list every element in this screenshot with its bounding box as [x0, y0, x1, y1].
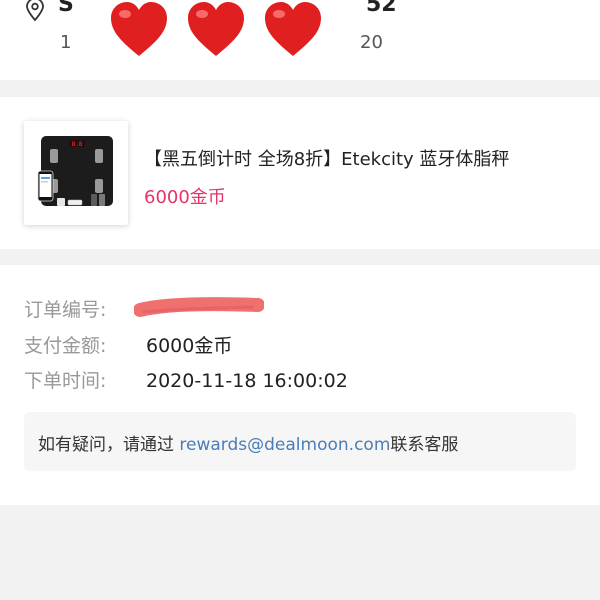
- order-time-value: 2020-11-18 16:00:02: [146, 370, 348, 392]
- customer-service-notice: 如有疑问，请通过 rewards@dealmoon.com联系客服: [24, 412, 576, 471]
- address-line-end: 20: [360, 32, 383, 53]
- order-info-card: 订单编号: 支付金额: 6000金币 下单时间: 2020-11-18 16:00:…: [0, 265, 600, 505]
- heart-stickers: [108, 0, 328, 62]
- payment-amount-row: 支付金额: 6000金币: [24, 331, 232, 358]
- address-card[interactable]: S 52 1 20: [0, 0, 600, 80]
- payment-amount-label: 支付金额:: [24, 335, 107, 357]
- recipient-phone: 52: [366, 0, 397, 17]
- payment-amount-value: 6000金币: [146, 335, 233, 357]
- heart-icon: [265, 2, 321, 56]
- address-line: 1: [60, 32, 72, 53]
- help-prefix: 如有疑问，请通过: [38, 435, 180, 455]
- support-email-link[interactable]: rewards@dealmoon.com: [179, 435, 390, 455]
- help-suffix: 联系客服: [390, 435, 459, 455]
- product-price: 6000金币: [144, 187, 226, 208]
- order-time-row: 下单时间: 2020-11-18 16:00:02: [24, 366, 348, 393]
- order-number-label: 订单编号:: [24, 299, 107, 321]
- help-text: 如有疑问，请通过 rewards@dealmoon.com联系客服: [38, 430, 458, 455]
- location-pin-icon: [26, 0, 44, 22]
- order-time-label: 下单时间:: [24, 370, 107, 392]
- heart-icon: [188, 2, 244, 56]
- product-title: 【黑五倒计时 全场8折】Etekcity 蓝牙体脂秤: [144, 149, 510, 170]
- product-thumbnail[interactable]: 8.8: [24, 121, 128, 225]
- scale-image: 8.8: [24, 121, 128, 225]
- redaction-scribble: [134, 297, 264, 317]
- order-detail-page: S 52 1 20 8.8 【黑五倒计时 全场8折】Etekcity 蓝牙体脂秤…: [0, 0, 600, 600]
- product-card[interactable]: 8.8 【黑五倒计时 全场8折】Etekcity 蓝牙体脂秤 6000金币: [0, 97, 600, 249]
- recipient-name: S: [58, 0, 74, 17]
- order-number-row: 订单编号:: [24, 295, 146, 322]
- scale-display-text: 8.8: [72, 141, 83, 148]
- heart-icon: [111, 2, 167, 56]
